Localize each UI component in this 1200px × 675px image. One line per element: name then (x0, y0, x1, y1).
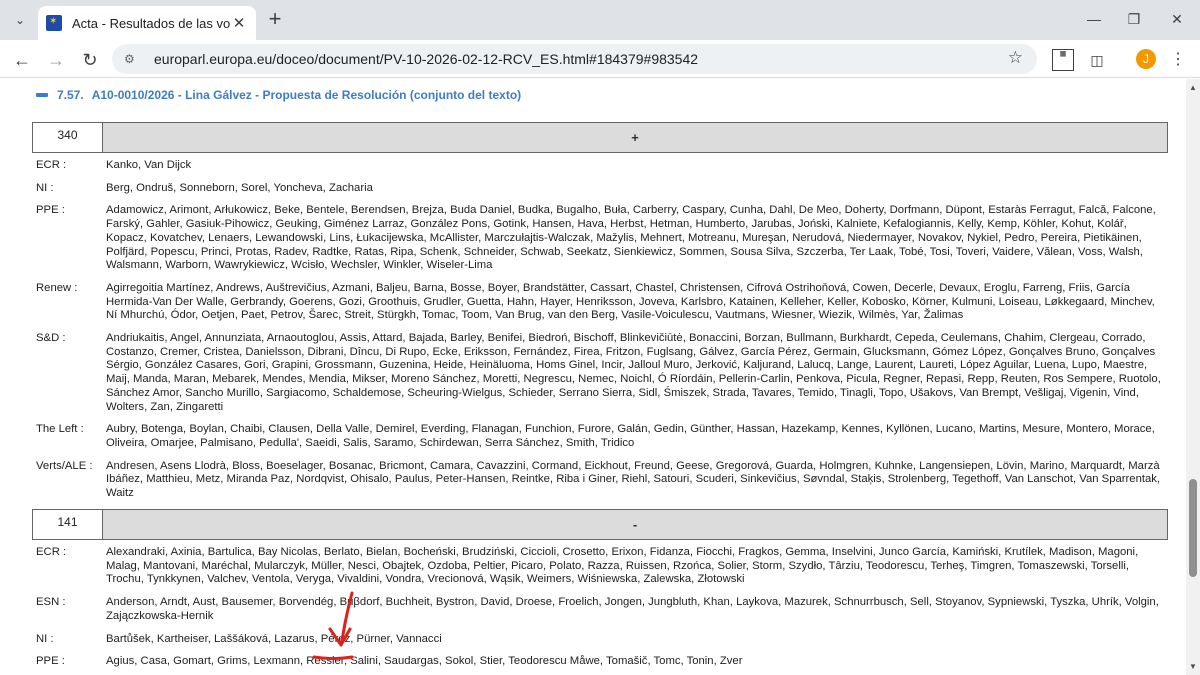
collapse-icon[interactable] (36, 93, 48, 97)
vote-sign: + (103, 122, 1168, 153)
scroll-down-icon[interactable]: ▼ (1189, 662, 1197, 671)
europarl-favicon-icon (46, 15, 62, 31)
vote-count-row: 141 - (32, 509, 1168, 540)
group-row: Renew : Agirregoitia Martínez, Andrews, … (32, 282, 1168, 323)
group-label: Renew : (36, 281, 78, 294)
group-label: ECR : (36, 159, 67, 171)
group-label: NI : (36, 632, 54, 645)
vote-sign: - (103, 509, 1168, 540)
reload-icon[interactable]: ↻ (76, 46, 104, 74)
group-row: ECR : Alexandraki, Axinia, Bartulica, Ba… (32, 546, 1168, 587)
plus-icon[interactable]: + (262, 7, 288, 31)
group-row: PPE : Agius, Casa, Gomart, Grims, Lexman… (32, 655, 1168, 669)
qr-icon[interactable]: ▦ (1052, 49, 1074, 71)
close-window-icon[interactable]: ✕ (1160, 6, 1194, 32)
menu-icon[interactable]: ⋮ (1167, 49, 1189, 71)
maximize-icon[interactable]: ❐ (1117, 6, 1151, 32)
close-icon[interactable]: ✕ (230, 14, 248, 32)
address-bar[interactable]: ⚙ europarl.europa.eu/doceo/document/PV-1… (112, 44, 1037, 74)
group-names: Berg, Ondruš, Sonneborn, Sorel, Yoncheva… (106, 181, 373, 194)
browser-tab[interactable]: Acta - Resultados de las votacio ✕ (38, 6, 256, 40)
scroll-thumb[interactable] (1189, 479, 1197, 577)
section-heading[interactable]: 7.57. A10-0010/2026 - Lina Gálvez - Prop… (36, 88, 521, 102)
tab-search-icon[interactable]: ⌄ (6, 6, 34, 34)
group-row: NI : Berg, Ondruš, Sonneborn, Sorel, Yon… (32, 182, 1168, 196)
group-names: Alexandraki, Axinia, Bartulica, Bay Nico… (106, 546, 1139, 586)
group-row: PPE : Adamowicz, Arimont, Arłukowicz, Be… (32, 204, 1168, 273)
back-icon[interactable]: ← (8, 46, 36, 74)
group-names: Kanko, Van Dijck (106, 159, 192, 171)
group-label: S&D : (36, 332, 66, 345)
group-names: Adamowicz, Arimont, Arłukowicz, Beke, Be… (106, 204, 1156, 272)
group-label: The Left : (36, 423, 84, 436)
group-names: Agius, Casa, Gomart, Grims, Lexmann, Res… (106, 655, 743, 668)
group-names: Aubry, Botenga, Boylan, Chaibi, Clausen,… (106, 423, 1155, 449)
browser-toolbar: ← → ↻ ⚙ europarl.europa.eu/doceo/documen… (0, 40, 1200, 78)
group-label: PPE : (36, 655, 65, 668)
group-row: ECR : Kanko, Van Dijck (32, 159, 1168, 173)
group-names: Andriukaitis, Angel, Annunziata, Arnaout… (106, 332, 1161, 413)
group-label: ECR : (36, 546, 67, 558)
group-row: NI : Bartůšek, Kartheiser, Laššáková, La… (32, 633, 1168, 647)
group-row: Verts/ALE : Andresen, Asens Llodrà, Blos… (32, 460, 1168, 501)
vote-block-for: 340 + ECR : Kanko, Van Dijck NI : Berg, … (32, 122, 1168, 501)
scroll-up-icon[interactable]: ▲ (1189, 83, 1197, 92)
minimize-icon[interactable]: — (1077, 6, 1111, 32)
group-names: Agirregoitia Martínez, Andrews, Auštrevi… (106, 281, 1155, 322)
tab-title: Acta - Resultados de las votacio (72, 15, 230, 31)
group-names: Andresen, Asens Llodrà, Bloss, Boeselage… (106, 459, 1161, 500)
group-label: ESN : (36, 596, 66, 609)
group-row: ESN : Anderson, Arndt, Aust, Bausemer, B… (32, 596, 1168, 623)
page-scrollbar[interactable]: ▲ ▼ (1186, 79, 1200, 675)
section-title: A10-0010/2026 - Lina Gálvez - Propuesta … (91, 88, 522, 102)
url-text: europarl.europa.eu/doceo/document/PV-10-… (154, 51, 699, 67)
star-icon[interactable]: ☆ (1008, 48, 1023, 68)
group-label: Verts/ALE : (36, 459, 93, 472)
vote-count: 340 (32, 122, 103, 153)
page-content: 7.57. A10-0010/2026 - Lina Gálvez - Prop… (0, 79, 1186, 675)
group-label: PPE : (36, 204, 65, 217)
group-label: NI : (36, 181, 54, 194)
tab-strip: ⌄ Acta - Resultados de las votacio ✕ + —… (0, 0, 1200, 40)
group-row: The Left : Aubry, Botenga, Boylan, Chaib… (32, 423, 1168, 450)
extensions-icon[interactable]: ◫ (1086, 49, 1108, 71)
site-settings-icon[interactable]: ⚙ (124, 52, 144, 66)
group-names: Bartůšek, Kartheiser, Laššáková, Lazarus… (106, 632, 442, 645)
group-names: Anderson, Arndt, Aust, Bausemer, Borvend… (106, 596, 1159, 622)
vote-block-against: 141 - ECR : Alexandraki, Axinia, Bartuli… (32, 509, 1168, 669)
vote-count-row: 340 + (32, 122, 1168, 153)
group-row: S&D : Andriukaitis, Angel, Annunziata, A… (32, 332, 1168, 414)
forward-icon[interactable]: → (42, 46, 70, 74)
profile-avatar[interactable]: J (1136, 49, 1156, 69)
section-number: 7.57. (57, 88, 84, 102)
vote-count: 141 (32, 509, 103, 540)
